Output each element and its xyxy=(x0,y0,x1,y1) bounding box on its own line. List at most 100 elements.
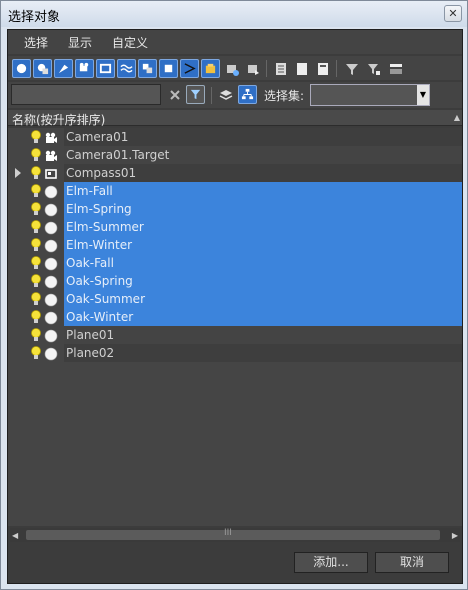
lightbulb-icon[interactable] xyxy=(30,310,42,325)
geometry-sphere-icon xyxy=(44,220,58,235)
containers-filter-icon[interactable] xyxy=(201,59,220,78)
menu-bar: 选择 显示 自定义 xyxy=(8,30,462,54)
object-name: Camera01.Target xyxy=(66,148,170,162)
name-column-header[interactable]: 名称(按升序排序) ▲ xyxy=(8,110,462,127)
object-name: Plane02 xyxy=(66,346,115,360)
geometry-sphere-icon xyxy=(44,310,58,325)
list-item[interactable]: Oak-Fall xyxy=(8,254,462,272)
lightbulb-icon[interactable] xyxy=(30,292,42,307)
shapes-filter-icon[interactable] xyxy=(33,59,52,78)
funnel-add-icon[interactable] xyxy=(364,59,383,78)
funnel-filter-icon[interactable] xyxy=(342,59,361,78)
list-item[interactable]: Plane02 xyxy=(8,344,462,362)
row-highlight xyxy=(64,254,462,272)
object-list[interactable]: Camera01 Camera01.Target Compass01 Elm-Fall… xyxy=(8,128,462,526)
lightbulb-icon[interactable] xyxy=(30,130,42,145)
menu-select[interactable]: 选择 xyxy=(24,34,48,51)
helper-icon xyxy=(44,166,58,180)
geometry-filter-icon[interactable] xyxy=(12,59,31,78)
lightbulb-icon[interactable] xyxy=(30,274,42,289)
geometry-sphere-icon xyxy=(44,292,58,307)
geometry-sphere-icon xyxy=(44,256,58,271)
hidden-filter-icon[interactable] xyxy=(243,59,262,78)
row-highlight xyxy=(64,326,462,344)
list-item[interactable]: Camera01.Target xyxy=(8,146,462,164)
lights-filter-icon[interactable] xyxy=(54,59,73,78)
scroll-right-icon[interactable]: ▶ xyxy=(452,531,458,540)
geometry-sphere-icon xyxy=(44,202,58,217)
display-invert-icon[interactable] xyxy=(313,59,332,78)
list-item[interactable]: Oak-Summer xyxy=(8,290,462,308)
object-name: Plane01 xyxy=(66,328,115,342)
display-none-icon[interactable] xyxy=(292,59,311,78)
geometry-sphere-icon xyxy=(44,346,58,361)
object-name: Oak-Spring xyxy=(66,274,133,288)
spacewarps-filter-icon[interactable] xyxy=(117,59,136,78)
object-name: Elm-Summer xyxy=(66,220,144,234)
camera-icon xyxy=(44,130,58,144)
menu-customize[interactable]: 自定义 xyxy=(112,34,148,51)
name-column-label: 名称(按升序排序) xyxy=(12,113,106,127)
hierarchy-view-icon[interactable] xyxy=(238,85,257,104)
bones-filter-icon[interactable] xyxy=(180,59,199,78)
list-item[interactable]: Elm-Fall xyxy=(8,182,462,200)
horizontal-scrollbar[interactable]: ◀ III ▶ xyxy=(10,528,460,542)
lightbulb-icon[interactable] xyxy=(30,346,42,361)
object-name: Elm-Winter xyxy=(66,238,133,252)
lightbulb-icon[interactable] xyxy=(30,238,42,253)
filter-toolbar xyxy=(8,56,462,80)
row-highlight xyxy=(64,182,462,200)
selection-set-label: 选择集: xyxy=(264,89,305,103)
menu-display[interactable]: 显示 xyxy=(68,34,92,51)
dialog-body: 选择 显示 自定义 选择集: ▼ 名称(按升序排序) ▲ Camera01 Ca… xyxy=(7,29,463,584)
list-item[interactable]: Plane01 xyxy=(8,326,462,344)
list-item[interactable]: Elm-Spring xyxy=(8,200,462,218)
title-bar: 选择对象 ✕ xyxy=(1,1,467,27)
groups-filter-icon[interactable] xyxy=(138,59,157,78)
lightbulb-icon[interactable] xyxy=(30,166,42,181)
selection-set-dropdown[interactable]: ▼ xyxy=(310,84,430,106)
geometry-sphere-icon xyxy=(44,274,58,289)
expand-arrow-icon[interactable] xyxy=(15,168,21,178)
frozen-filter-icon[interactable] xyxy=(222,59,241,78)
object-name: Oak-Fall xyxy=(66,256,114,270)
close-button[interactable]: ✕ xyxy=(444,5,462,22)
layer-settings-icon[interactable] xyxy=(386,59,405,78)
xrefs-filter-icon[interactable] xyxy=(159,59,178,78)
lightbulb-icon[interactable] xyxy=(30,220,42,235)
scroll-left-icon[interactable]: ◀ xyxy=(12,531,18,540)
object-name: Elm-Fall xyxy=(66,184,113,198)
helpers-filter-icon[interactable] xyxy=(96,59,115,78)
object-name: Oak-Summer xyxy=(66,292,145,306)
add-button[interactable]: 添加... xyxy=(294,552,368,573)
object-name: Compass01 xyxy=(66,166,137,180)
sort-arrow-icon: ▲ xyxy=(453,113,460,122)
search-row: 选择集: ▼ xyxy=(8,82,462,108)
cancel-button[interactable]: 取消 xyxy=(375,552,449,573)
object-name: Elm-Spring xyxy=(66,202,132,216)
scrollbar-thumb[interactable]: III xyxy=(26,528,440,540)
lightbulb-icon[interactable] xyxy=(30,256,42,271)
search-input[interactable] xyxy=(11,84,161,105)
camera-icon xyxy=(44,148,58,162)
lightbulb-icon[interactable] xyxy=(30,328,42,343)
list-item[interactable]: Elm-Winter xyxy=(8,236,462,254)
object-name: Camera01 xyxy=(66,130,129,144)
hierarchy-filter-icon[interactable] xyxy=(186,85,205,104)
clear-search-icon[interactable] xyxy=(165,85,184,104)
lightbulb-icon[interactable] xyxy=(30,148,42,163)
lightbulb-icon[interactable] xyxy=(30,184,42,199)
list-item[interactable]: Oak-Spring xyxy=(8,272,462,290)
list-item[interactable]: Elm-Summer xyxy=(8,218,462,236)
list-item[interactable]: Camera01 xyxy=(8,128,462,146)
geometry-sphere-icon xyxy=(44,238,58,253)
window-title: 选择对象 xyxy=(8,10,61,25)
layers-icon[interactable] xyxy=(216,85,235,104)
select-objects-dialog: 选择对象 ✕ 选择 显示 自定义 选择集: ▼ 名称(按升序排序) ▲ Came… xyxy=(0,0,468,590)
lightbulb-icon[interactable] xyxy=(30,202,42,217)
cameras-filter-icon[interactable] xyxy=(75,59,94,78)
list-item[interactable]: Oak-Winter xyxy=(8,308,462,326)
display-list-icon[interactable] xyxy=(271,59,290,78)
chevron-down-icon[interactable]: ▼ xyxy=(417,85,429,105)
list-item[interactable]: Compass01 xyxy=(8,164,462,182)
